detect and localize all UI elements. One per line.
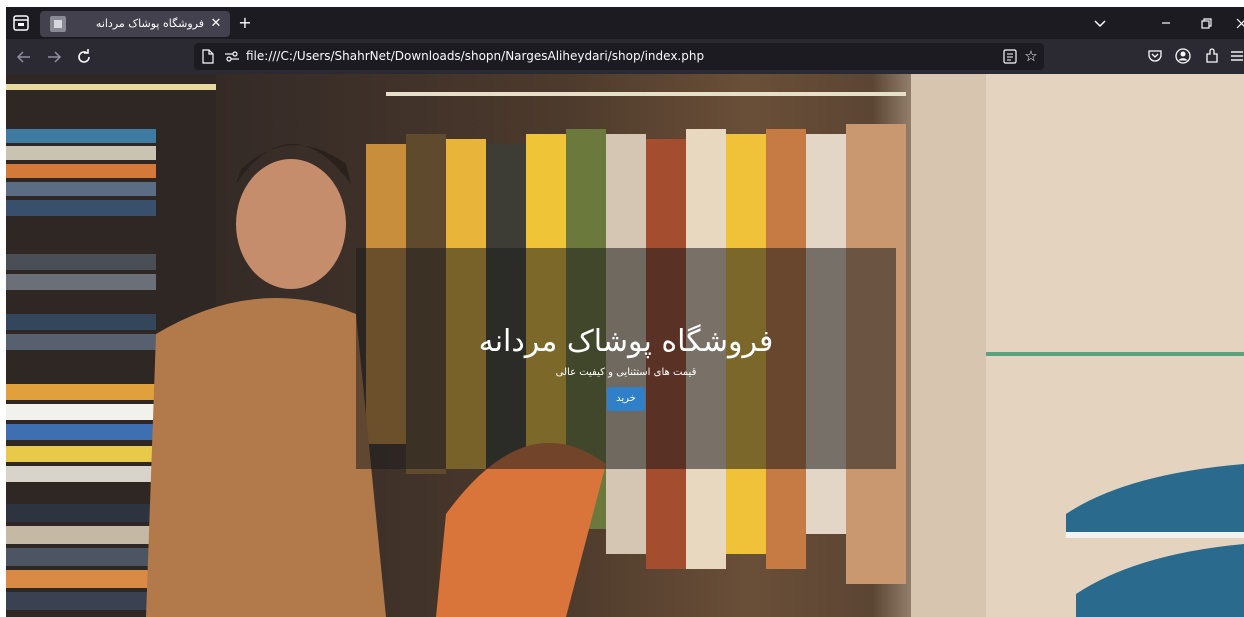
extensions-icon[interactable] [1203,47,1221,65]
account-icon[interactable] [1174,47,1192,65]
hero-title: فروشگاه پوشاک مردانه [478,324,774,359]
browser-window: فروشگاه پوشاک مردانه ✕ + file:///C:/User… [6,7,1244,617]
address-bar[interactable]: file:///C:/Users/ShahrNet/Downloads/shop… [194,43,1044,70]
arrow-right-icon[interactable] [44,47,64,67]
pocket-icon[interactable] [1146,47,1164,65]
permissions-icon[interactable] [224,49,240,64]
page-icon [202,49,214,64]
reload-icon[interactable] [74,47,94,67]
tab-title: فروشگاه پوشاک مردانه [95,17,204,30]
page-favicon-icon [50,16,66,32]
minimize-icon[interactable] [1156,13,1176,33]
buy-button[interactable]: خرید [607,387,645,411]
restore-icon[interactable] [1196,13,1216,33]
reader-view-icon[interactable] [1002,48,1018,65]
navigation-toolbar: file:///C:/Users/ShahrNet/Downloads/shop… [6,39,1244,74]
tab-bar: فروشگاه پوشاک مردانه ✕ + [6,7,1244,39]
url-text[interactable]: file:///C:/Users/ShahrNet/Downloads/shop… [246,43,946,70]
new-tab-button[interactable]: + [234,12,256,34]
hero-overlay: فروشگاه پوشاک مردانه قیمت های استثنایی و… [356,248,896,469]
tab-active[interactable]: فروشگاه پوشاک مردانه ✕ [40,11,230,37]
arrow-left-icon[interactable] [14,47,34,67]
close-window-icon[interactable] [1232,13,1244,33]
close-tab-icon[interactable]: ✕ [208,15,224,33]
chevron-down-icon[interactable] [1090,13,1110,33]
firefox-view-icon[interactable] [10,13,32,33]
page-viewport: فروشگاه پوشاک مردانه قیمت های استثنایی و… [6,74,1244,617]
bookmark-star-icon[interactable]: ☆ [1022,46,1040,66]
hero-subtitle: قیمت های استثنایی و کیفیت عالی [555,367,697,378]
hamburger-menu-icon[interactable] [1230,47,1244,65]
